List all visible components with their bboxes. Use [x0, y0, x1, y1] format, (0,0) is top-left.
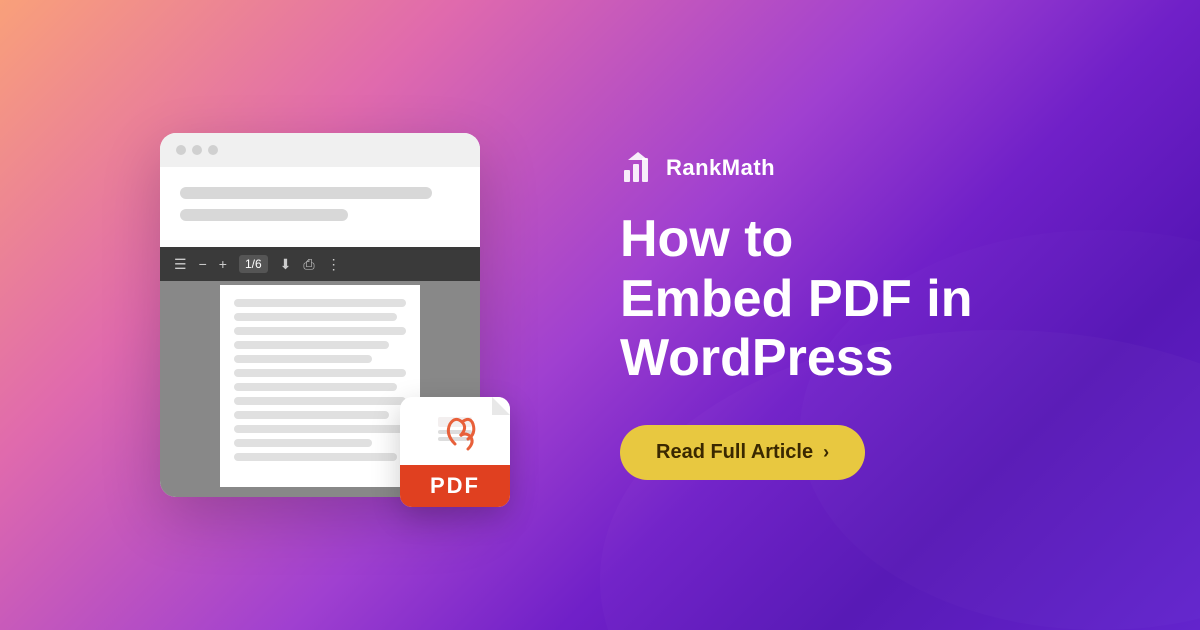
pdf-page [220, 285, 420, 487]
pdf-label-bar: PDF [400, 465, 510, 507]
acrobat-icon [430, 409, 480, 459]
pdf-text-line [234, 397, 406, 405]
browser-content [160, 167, 480, 247]
cta-label: Read Full Article [656, 441, 813, 464]
pdf-text-line [234, 341, 389, 349]
pdf-text-line [234, 299, 406, 307]
brand-row: RankMath [620, 150, 1140, 186]
mock-subtitle-bar [180, 209, 348, 221]
window-dot-1 [176, 145, 186, 155]
text-panel: RankMath How to Embed PDF in WordPress R… [580, 110, 1200, 520]
pdf-label-text: PDF [430, 473, 480, 498]
minus-icon: − [199, 257, 207, 271]
read-full-article-button[interactable]: Read Full Article › [620, 425, 865, 480]
browser-titlebar [160, 133, 480, 167]
illustration-panel: ☰ − + 1/6 ⬇ ⎙ ⋮ [0, 93, 580, 537]
more-icon: ⋮ [327, 257, 341, 271]
pdf-text-line [234, 383, 397, 391]
print-icon: ⎙ [303, 257, 314, 271]
pdf-corner-fold [492, 397, 510, 415]
pdf-toolbar: ☰ − + 1/6 ⬇ ⎙ ⋮ [160, 247, 480, 281]
window-dot-2 [192, 145, 202, 155]
cta-chevron-icon: › [823, 442, 829, 463]
title-line1: How to [620, 210, 793, 268]
pdf-text-line [234, 411, 389, 419]
page-indicator: 1/6 [239, 255, 268, 273]
pdf-text-line [234, 425, 406, 433]
pdf-text-line [234, 313, 397, 321]
menu-icon: ☰ [174, 257, 187, 271]
rankmath-logo-icon [620, 150, 656, 186]
page-background: ☰ − + 1/6 ⬇ ⎙ ⋮ [0, 0, 1200, 630]
window-dot-3 [208, 145, 218, 155]
plus-icon: + [219, 257, 227, 271]
pdf-text-line [234, 355, 372, 363]
brand-name-text: RankMath [666, 155, 775, 181]
pdf-text-line [234, 453, 397, 461]
main-title: How to Embed PDF in WordPress [620, 210, 1140, 389]
pdf-text-line [234, 369, 406, 377]
download-icon: ⬇ [280, 257, 292, 271]
pdf-text-line [234, 439, 372, 447]
title-line3: WordPress [620, 329, 894, 387]
pdf-text-line [234, 327, 406, 335]
title-line2: Embed PDF in [620, 270, 972, 328]
mock-title-bar [180, 187, 432, 199]
pdf-float-card: PDF [400, 397, 510, 507]
